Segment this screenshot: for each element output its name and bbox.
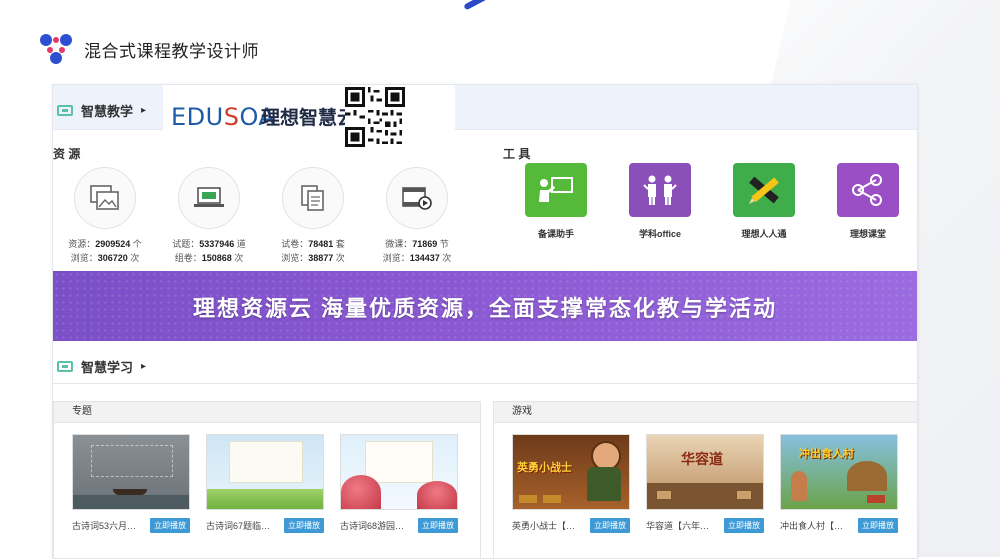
logo-chinese-name: 理想智慧云 bbox=[261, 108, 357, 129]
game-thumbnail: 华容道 bbox=[646, 434, 764, 510]
tool-label: 理想人人通 bbox=[741, 229, 787, 239]
card-title: 英勇小战士【… bbox=[512, 521, 576, 531]
screenshot-frame: 智慧教学 ▸ EDUSOA 理想智慧云 资 源 工 具 资源：2909524 个… bbox=[52, 84, 918, 559]
laptop-icon bbox=[194, 187, 224, 207]
molecule-logo-icon bbox=[40, 34, 72, 64]
presenter-icon bbox=[539, 177, 573, 202]
play-now-button[interactable]: 立即播放 bbox=[590, 518, 630, 533]
pencil-ruler-icon bbox=[749, 176, 779, 204]
monitor-icon bbox=[57, 361, 73, 372]
play-now-button[interactable]: 立即播放 bbox=[284, 518, 324, 533]
play-now-button[interactable]: 立即播放 bbox=[858, 518, 898, 533]
qr-code-icon bbox=[345, 87, 405, 147]
tool-ideal-classroom[interactable]: 理想课堂 bbox=[823, 163, 913, 240]
network-icon bbox=[852, 174, 882, 206]
section-smart-learning[interactable]: 智慧学习 ▸ bbox=[57, 357, 146, 376]
game-thumbnail: 英勇小战士 bbox=[512, 434, 630, 510]
tool-icon-box bbox=[837, 163, 899, 217]
tools-label: 工 具 bbox=[503, 147, 531, 161]
banner-text: 理想资源云 海量优质资源，全面支撑常态化教与学活动 bbox=[192, 296, 778, 321]
topic-thumbnail bbox=[340, 434, 458, 510]
resource-item-microlessons[interactable]: 微课：71869 节 浏览：134437 次 bbox=[367, 167, 467, 265]
game-card[interactable]: 英勇小战士 英勇小战士【… 立即播放 bbox=[512, 434, 630, 533]
resource-stats: 试题：5337946 道 组卷：150868 次 bbox=[172, 239, 246, 263]
tool-everyone-connect[interactable]: 理想人人通 bbox=[719, 163, 809, 240]
documents-icon bbox=[301, 185, 324, 211]
logo-wordmark: EDUSOA bbox=[171, 103, 276, 131]
tool-icon-box bbox=[629, 163, 691, 217]
games-panel-title: 游戏 bbox=[494, 402, 917, 423]
card-title: 古诗词53六月… bbox=[72, 521, 137, 531]
topic-card[interactable]: 古诗词53六月… 立即播放 bbox=[72, 434, 190, 533]
games-panel: 游戏 英勇小战士 英勇小战士【… 立即播放 华容道 华容道【六年… 立即播放 冲… bbox=[493, 401, 917, 558]
section-smart-teaching[interactable]: 智慧教学 ▸ bbox=[57, 101, 146, 120]
topics-panel-title: 专题 bbox=[54, 402, 480, 423]
resource-circle bbox=[282, 167, 344, 229]
tool-icon-box bbox=[525, 163, 587, 217]
topic-thumbnail bbox=[206, 434, 324, 510]
play-now-button[interactable]: 立即播放 bbox=[418, 518, 458, 533]
tool-icon-box bbox=[733, 163, 795, 217]
images-icon bbox=[90, 185, 119, 210]
divider bbox=[53, 383, 917, 384]
resource-item-papers[interactable]: 试卷：78481 套 浏览：38877 次 bbox=[263, 167, 363, 265]
card-title: 古诗词67题临… bbox=[206, 521, 271, 531]
topics-panel: 专题 古诗词53六月… 立即播放 古诗词67题临… 立即播放 古诗词68游园… … bbox=[53, 401, 481, 558]
tool-label: 理想课堂 bbox=[849, 229, 886, 239]
play-now-button[interactable]: 立即播放 bbox=[724, 518, 764, 533]
game-card[interactable]: 华容道 华容道【六年… 立即播放 bbox=[646, 434, 764, 533]
resources-label: 资 源 bbox=[53, 147, 81, 161]
people-icon bbox=[643, 175, 677, 205]
slide-header: 混合式课程教学设计师 bbox=[38, 32, 259, 66]
game-card[interactable]: 冲出食人村 冲出食人村【… 立即播放 bbox=[780, 434, 898, 533]
resource-stats: 微课：71869 节 浏览：134437 次 bbox=[382, 239, 452, 263]
topic-card[interactable]: 古诗词68游园… 立即播放 bbox=[340, 434, 458, 533]
promo-banner[interactable]: 理想资源云 海量优质资源，全面支撑常态化教与学活动 bbox=[53, 271, 917, 341]
tool-label: 学科office bbox=[638, 229, 681, 239]
topic-thumbnail bbox=[72, 434, 190, 510]
caret-right-icon: ▸ bbox=[141, 361, 147, 372]
resource-item-resources[interactable]: 资源：2909524 个 浏览：306720 次 bbox=[55, 167, 155, 265]
section-smart-learning-title: 智慧学习 bbox=[81, 360, 134, 375]
tool-lesson-assistant[interactable]: 备课助手 bbox=[511, 163, 601, 240]
accent-stroke bbox=[463, 0, 507, 11]
topic-card[interactable]: 古诗词67题临… 立即播放 bbox=[206, 434, 324, 533]
tool-label: 备课助手 bbox=[537, 229, 574, 239]
monitor-icon bbox=[57, 105, 73, 116]
tool-subject-office[interactable]: 学科office bbox=[615, 163, 705, 240]
resource-item-questions[interactable]: 试题：5337946 道 组卷：150868 次 bbox=[159, 167, 259, 265]
edusoa-logo: EDUSOA 理想智慧云 bbox=[163, 85, 455, 147]
resource-circle bbox=[386, 167, 448, 229]
card-title: 古诗词68游园… bbox=[340, 521, 405, 531]
slide-title: 混合式课程教学设计师 bbox=[84, 41, 259, 61]
caret-right-icon: ▸ bbox=[141, 105, 147, 116]
play-now-button[interactable]: 立即播放 bbox=[150, 518, 190, 533]
resource-circle bbox=[178, 167, 240, 229]
resource-stats: 资源：2909524 个 浏览：306720 次 bbox=[68, 239, 142, 263]
resource-circle bbox=[74, 167, 136, 229]
game-thumbnail: 冲出食人村 bbox=[780, 434, 898, 510]
resource-stats: 试卷：78481 套 浏览：38877 次 bbox=[281, 239, 345, 263]
section-smart-teaching-title: 智慧教学 bbox=[81, 104, 134, 119]
video-icon bbox=[402, 187, 432, 210]
card-title: 冲出食人村【… bbox=[780, 521, 844, 531]
card-title: 华容道【六年… bbox=[646, 521, 710, 531]
